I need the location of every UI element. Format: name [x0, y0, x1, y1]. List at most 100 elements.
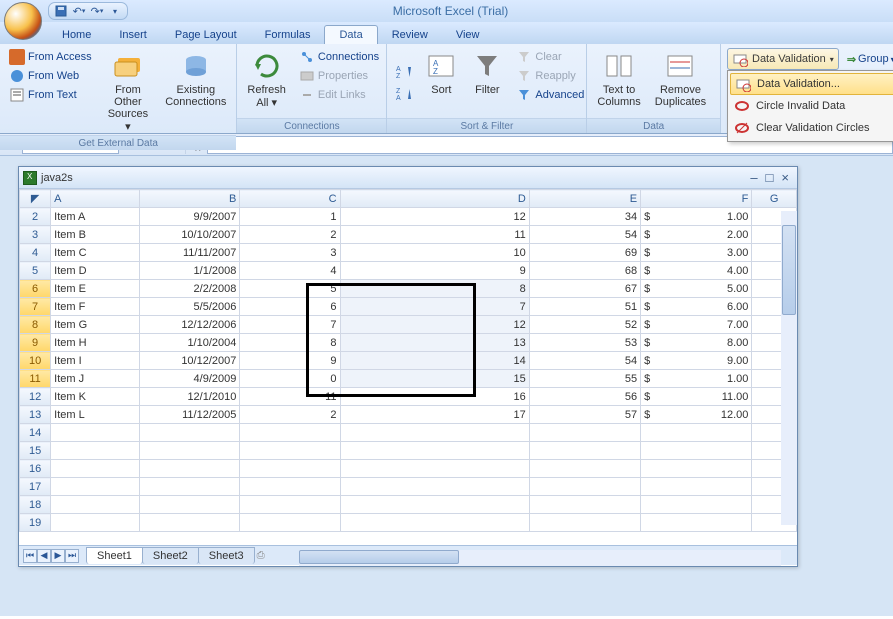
- cell[interactable]: 67: [529, 280, 640, 298]
- cell[interactable]: [240, 514, 340, 532]
- cell[interactable]: [140, 496, 240, 514]
- sheet-nav-next[interactable]: ▶: [51, 549, 65, 563]
- cell[interactable]: 5/5/2006: [140, 298, 240, 316]
- cell[interactable]: 11: [340, 226, 529, 244]
- cell[interactable]: 57: [529, 406, 640, 424]
- cell[interactable]: 14: [340, 352, 529, 370]
- cell[interactable]: Item J: [51, 370, 140, 388]
- row-header[interactable]: 5: [20, 262, 51, 280]
- row-header[interactable]: 8: [20, 316, 51, 334]
- cell[interactable]: 15: [340, 370, 529, 388]
- cell[interactable]: 11: [240, 388, 340, 406]
- cell[interactable]: 53: [529, 334, 640, 352]
- cell[interactable]: [529, 460, 640, 478]
- cell[interactable]: 9/9/2007: [140, 208, 240, 226]
- cell[interactable]: 11/11/2007: [140, 244, 240, 262]
- cell[interactable]: 56: [529, 388, 640, 406]
- cell[interactable]: $9.00: [641, 352, 752, 370]
- column-header-D[interactable]: D: [340, 190, 529, 208]
- close-button[interactable]: ×: [777, 170, 793, 185]
- cell[interactable]: 51: [529, 298, 640, 316]
- column-header-A[interactable]: A: [51, 190, 140, 208]
- sheet-nav-first[interactable]: ⏮: [23, 549, 37, 563]
- row-header[interactable]: 11: [20, 370, 51, 388]
- cell[interactable]: [340, 496, 529, 514]
- cell[interactable]: [240, 478, 340, 496]
- cell[interactable]: 3: [240, 244, 340, 262]
- cell[interactable]: [51, 496, 140, 514]
- cell[interactable]: $2.00: [641, 226, 752, 244]
- cell[interactable]: $11.00: [641, 388, 752, 406]
- cell[interactable]: [641, 514, 752, 532]
- refresh-all-button[interactable]: Refresh All ▾: [243, 48, 290, 118]
- sort-desc-button[interactable]: ZA: [393, 85, 415, 103]
- text-to-columns-button[interactable]: Text to Columns: [593, 48, 644, 118]
- sort-button[interactable]: AZ Sort: [421, 48, 461, 118]
- cell[interactable]: $4.00: [641, 262, 752, 280]
- cell[interactable]: [529, 496, 640, 514]
- row-header[interactable]: 3: [20, 226, 51, 244]
- row-header[interactable]: 13: [20, 406, 51, 424]
- cell[interactable]: Item D: [51, 262, 140, 280]
- cell[interactable]: 9: [240, 352, 340, 370]
- cell[interactable]: $12.00: [641, 406, 752, 424]
- from-access-button[interactable]: From Access: [6, 48, 95, 66]
- column-header-C[interactable]: C: [240, 190, 340, 208]
- cell[interactable]: 54: [529, 226, 640, 244]
- cell[interactable]: 2: [240, 226, 340, 244]
- tab-data[interactable]: Data: [324, 25, 377, 44]
- cell[interactable]: 68: [529, 262, 640, 280]
- tab-home[interactable]: Home: [48, 26, 105, 44]
- cell[interactable]: $8.00: [641, 334, 752, 352]
- cell[interactable]: [340, 460, 529, 478]
- sheet-tab-sheet2[interactable]: Sheet2: [142, 547, 199, 564]
- cell[interactable]: Item E: [51, 280, 140, 298]
- cell[interactable]: 8: [240, 334, 340, 352]
- cell[interactable]: [240, 442, 340, 460]
- cell[interactable]: 13: [340, 334, 529, 352]
- cell[interactable]: $1.00: [641, 208, 752, 226]
- undo-icon[interactable]: ↶▾: [73, 5, 85, 17]
- cell[interactable]: Item H: [51, 334, 140, 352]
- cell[interactable]: [641, 424, 752, 442]
- cell[interactable]: [340, 514, 529, 532]
- maximize-button[interactable]: □: [762, 170, 778, 185]
- cell[interactable]: 4: [240, 262, 340, 280]
- cell[interactable]: 8: [340, 280, 529, 298]
- cell[interactable]: 7: [240, 316, 340, 334]
- redo-icon[interactable]: ↷▾: [91, 5, 103, 17]
- cell[interactable]: 1/10/2004: [140, 334, 240, 352]
- row-header[interactable]: 18: [20, 496, 51, 514]
- cell[interactable]: 11/12/2005: [140, 406, 240, 424]
- row-header[interactable]: 15: [20, 442, 51, 460]
- from-web-button[interactable]: From Web: [6, 67, 95, 85]
- horizontal-scrollbar[interactable]: [299, 550, 781, 566]
- row-header[interactable]: 9: [20, 334, 51, 352]
- cell[interactable]: [51, 514, 140, 532]
- cell[interactable]: 12: [340, 208, 529, 226]
- cell[interactable]: [240, 496, 340, 514]
- cell[interactable]: $1.00: [641, 370, 752, 388]
- row-header[interactable]: 12: [20, 388, 51, 406]
- cell[interactable]: [641, 478, 752, 496]
- row-header[interactable]: 10: [20, 352, 51, 370]
- cell[interactable]: [140, 514, 240, 532]
- cell[interactable]: [529, 442, 640, 460]
- cell[interactable]: 7: [340, 298, 529, 316]
- cell[interactable]: Item G: [51, 316, 140, 334]
- cell[interactable]: Item C: [51, 244, 140, 262]
- tab-page-layout[interactable]: Page Layout: [161, 26, 251, 44]
- cell[interactable]: 10/12/2007: [140, 352, 240, 370]
- cell[interactable]: Item A: [51, 208, 140, 226]
- cell[interactable]: 6: [240, 298, 340, 316]
- cell[interactable]: [51, 442, 140, 460]
- cell[interactable]: 4/9/2009: [140, 370, 240, 388]
- qat-customize-icon[interactable]: ▾: [109, 5, 121, 17]
- cell[interactable]: 12/12/2006: [140, 316, 240, 334]
- cell[interactable]: 52: [529, 316, 640, 334]
- from-other-sources-button[interactable]: From Other Sources ▾: [101, 48, 156, 135]
- cell[interactable]: 55: [529, 370, 640, 388]
- group-button[interactable]: ⇒Group▾: [847, 48, 893, 70]
- cell[interactable]: 1/1/2008: [140, 262, 240, 280]
- cell[interactable]: [140, 442, 240, 460]
